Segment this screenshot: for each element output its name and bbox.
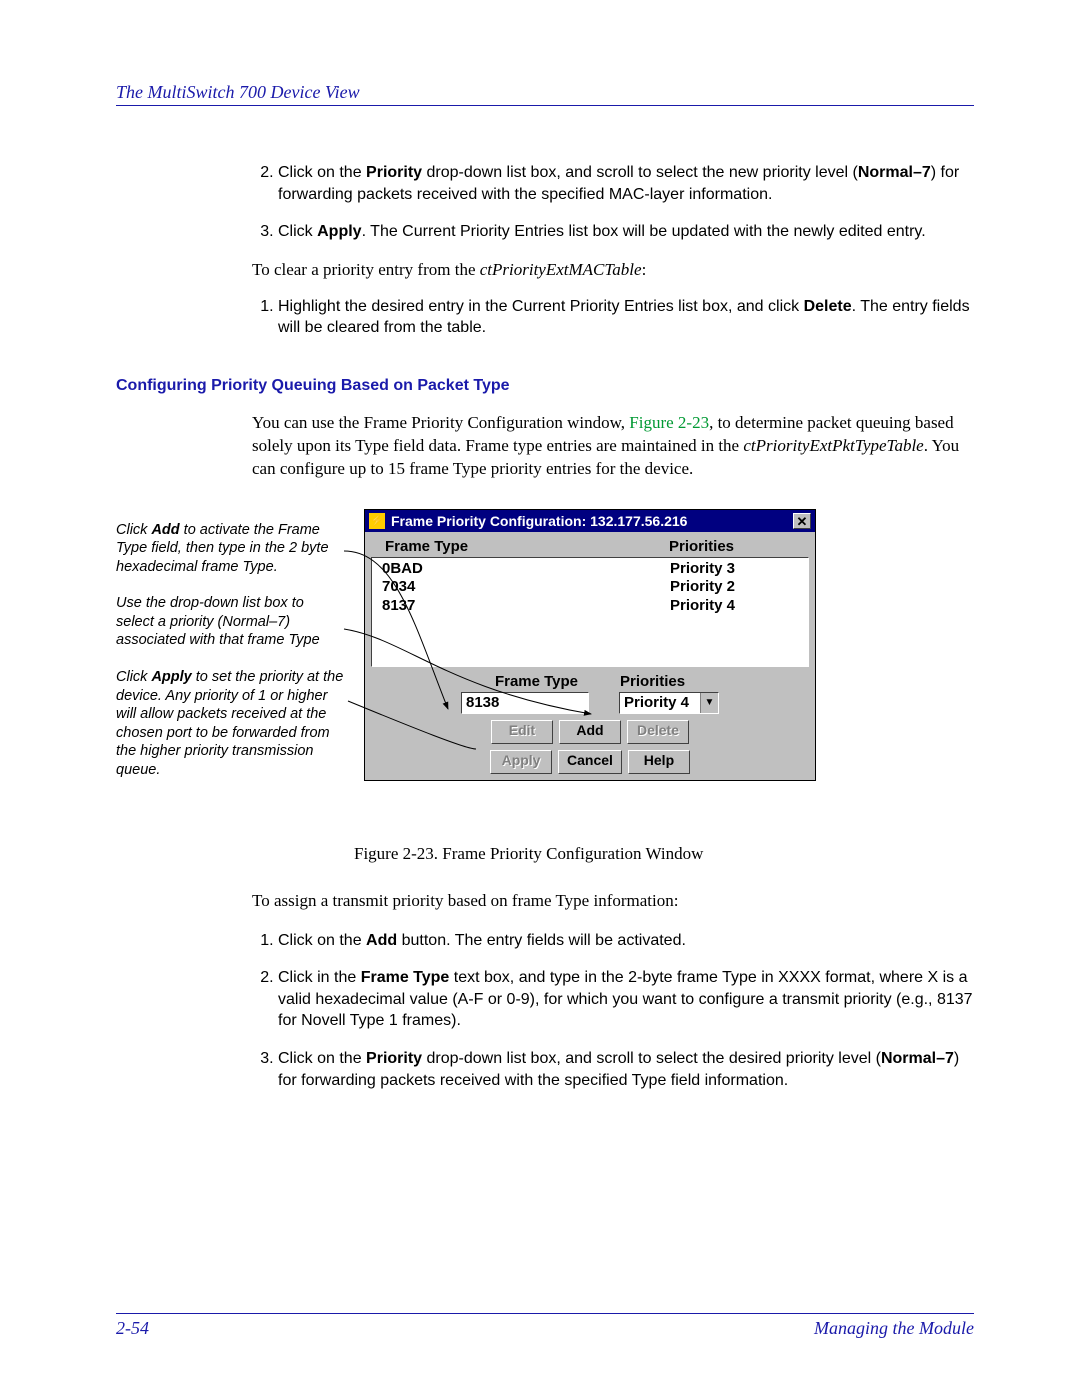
step-3: Click Apply. The Current Priority Entrie… <box>278 221 974 243</box>
priority-window: ⚡ Frame Priority Configuration: 132.177.… <box>364 509 816 781</box>
dropdown-value: Priority 4 <box>620 694 700 711</box>
clear-intro: To clear a priority entry from the ctPri… <box>252 259 974 282</box>
frame-type-input[interactable]: 8138 <box>461 692 589 714</box>
cancel-button[interactable]: Cancel <box>558 750 622 774</box>
page-number: 2-54 <box>116 1318 149 1339</box>
annotation-2: Use the drop-down list box to select a p… <box>116 594 344 650</box>
delete-button[interactable]: Delete <box>627 720 689 744</box>
step-2: Click on the Priority drop-down list box… <box>278 162 974 205</box>
top-ordered-list: Click on the Priority drop-down list box… <box>252 162 974 243</box>
config-para-block: You can use the Frame Priority Configura… <box>252 412 974 481</box>
page-header: The MultiSwitch 700 Device View <box>116 82 974 106</box>
col-frame-type: Frame Type <box>385 538 669 555</box>
form-inputs: 8138 Priority 4 ▼ <box>371 692 809 714</box>
assign-list: Click on the Add button. The entry field… <box>252 930 974 1092</box>
annotation-1: Click Add to activate the Frame Type fie… <box>116 521 344 577</box>
section-heading: Configuring Priority Queuing Based on Pa… <box>116 377 974 395</box>
clear-step-1: Highlight the desired entry in the Curre… <box>278 296 974 339</box>
list-headers: Frame Type Priorities <box>371 536 809 557</box>
help-button[interactable]: Help <box>628 750 690 774</box>
figure-link[interactable]: Figure 2-23 <box>629 413 709 432</box>
priority-listbox[interactable]: 0BAD Priority 3 7034 Priority 2 8137 Pri… <box>371 557 809 667</box>
annotations: Click Add to activate the Frame Type fie… <box>116 521 344 798</box>
assign-step-3: Click on the Priority drop-down list box… <box>278 1048 974 1091</box>
label-priorities: Priorities <box>620 673 685 690</box>
page-footer: 2-54 Managing the Module <box>116 1313 974 1339</box>
system-icon[interactable]: ⚡ <box>369 513 385 529</box>
config-paragraph: You can use the Frame Priority Configura… <box>252 412 974 481</box>
label-frame-type: Frame Type <box>495 673 578 690</box>
clear-list: Highlight the desired entry in the Curre… <box>252 296 974 339</box>
button-row-2: Apply Cancel Help <box>371 750 809 774</box>
list-row[interactable]: 7034 Priority 2 <box>382 578 800 597</box>
col-priorities: Priorities <box>669 538 799 555</box>
page: The MultiSwitch 700 Device View Click on… <box>0 0 1080 1397</box>
form-labels: Frame Type Priorities <box>371 673 809 690</box>
assign-step-2: Click in the Frame Type text box, and ty… <box>278 967 974 1032</box>
add-button[interactable]: Add <box>559 720 621 744</box>
footer-section: Managing the Module <box>814 1318 974 1339</box>
content-top: Click on the Priority drop-down list box… <box>252 162 974 339</box>
window-title: Frame Priority Configuration: 132.177.56… <box>391 513 687 529</box>
apply-button[interactable]: Apply <box>490 750 552 774</box>
edit-button[interactable]: Edit <box>491 720 553 744</box>
list-row[interactable]: 8137 Priority 4 <box>382 597 800 616</box>
content-bottom: To assign a transmit priority based on f… <box>252 890 974 1092</box>
list-row[interactable]: 0BAD Priority 3 <box>382 560 800 579</box>
assign-intro: To assign a transmit priority based on f… <box>252 890 974 913</box>
priority-dropdown[interactable]: Priority 4 ▼ <box>619 692 719 714</box>
assign-step-1: Click on the Add button. The entry field… <box>278 930 974 952</box>
annotation-3: Click Apply to set the priority at the d… <box>116 668 344 779</box>
close-icon[interactable]: ✕ <box>793 513 811 529</box>
window-body: Frame Type Priorities 0BAD Priority 3 70… <box>365 532 815 780</box>
button-row-1: Edit Add Delete <box>371 720 809 744</box>
figure-caption: Figure 2-23. Frame Priority Configuratio… <box>354 844 974 864</box>
titlebar[interactable]: ⚡ Frame Priority Configuration: 132.177.… <box>365 510 815 532</box>
chevron-down-icon[interactable]: ▼ <box>700 693 718 713</box>
figure-area: Click Add to activate the Frame Type fie… <box>116 509 974 824</box>
